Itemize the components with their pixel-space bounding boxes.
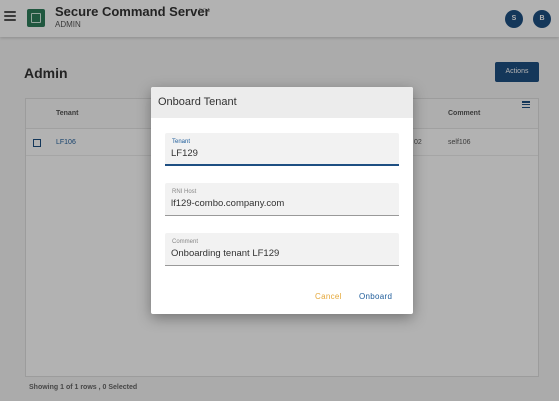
comment-field-label: Comment	[172, 239, 199, 245]
dialog-header: Onboard Tenant	[151, 87, 413, 118]
tenant-field[interactable]: Tenant	[165, 133, 399, 166]
rni-host-input[interactable]	[171, 196, 393, 210]
onboard-button[interactable]: Onboard	[359, 292, 392, 301]
comment-input[interactable]	[171, 246, 393, 260]
rni-host-field-label: RNI Host	[172, 189, 197, 195]
dialog-actions: Cancel Onboard	[151, 292, 413, 306]
rni-host-field[interactable]: RNI Host	[165, 183, 399, 216]
onboard-tenant-dialog: Onboard Tenant Tenant RNI Host Comment C…	[151, 87, 413, 314]
tenant-input[interactable]	[171, 146, 393, 160]
dialog-title: Onboard Tenant	[158, 96, 237, 108]
tenant-field-label: Tenant	[172, 139, 191, 145]
comment-field[interactable]: Comment	[165, 233, 399, 266]
cancel-button[interactable]: Cancel	[315, 292, 342, 301]
